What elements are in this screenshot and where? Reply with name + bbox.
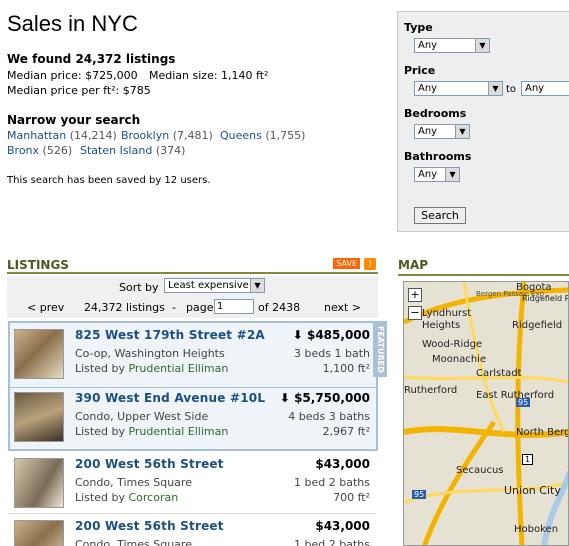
chevron-down-icon: ▼ <box>455 125 469 138</box>
type-label: Type <box>404 21 433 34</box>
median-size: Median size: 1,140 ft² <box>149 69 269 82</box>
map-label: Lyndhurst <box>422 308 472 319</box>
listing-beds-baths: 4 beds 3 baths <box>288 410 370 423</box>
listing-price: ⬇ $5,750,000 <box>279 391 370 405</box>
map-label: North Bergen <box>516 427 568 438</box>
listing-price: $43,000 <box>315 519 370 533</box>
page-title: Sales in NYC <box>7 11 138 36</box>
listing-subtitle: Co-op, Washington Heights <box>75 347 225 360</box>
search-button[interactable]: Search <box>414 207 466 224</box>
neighborhood-bronx[interactable]: Bronx (526) <box>7 144 72 157</box>
route-shield: 95 <box>516 398 531 407</box>
saved-search-note: This search has been saved by 12 users. <box>7 175 211 186</box>
map[interactable]: + − Bogota Ridgefield Park Lyndhurst Hei… <box>403 281 569 546</box>
listing-item[interactable]: 200 West 56th Street $43,000 Condo, Time… <box>10 517 376 546</box>
listing-price: ⬇ $485,000 <box>292 328 370 342</box>
map-label: Hoboken <box>514 524 559 535</box>
listing-address[interactable]: 200 West 56th Street <box>75 519 224 533</box>
page-total: of 2438 <box>258 301 301 314</box>
neighborhood-manhattan[interactable]: Manhattan (14,214) <box>7 129 117 142</box>
map-title: MAP <box>398 258 429 272</box>
zoom-in-button[interactable]: + <box>408 288 422 302</box>
bedrooms-select[interactable]: Any ▼ <box>414 124 470 139</box>
listing-price: $43,000 <box>315 457 370 471</box>
price-to-label: to <box>506 84 517 95</box>
listing-address[interactable]: 825 West 179th Street #2A <box>75 328 265 342</box>
listing-address[interactable]: 200 West 56th Street <box>75 457 224 471</box>
listing-controls: Sort by Least expensive ▼ < prev 24,372 l… <box>7 276 378 318</box>
neighborhood-queens[interactable]: Queens (1,755) <box>220 129 305 142</box>
listing-broker: Listed by Corcoran <box>75 491 179 504</box>
narrow-search-title: Narrow your search <box>7 113 141 127</box>
map-label: Rutherford <box>404 385 458 396</box>
prev-page-link[interactable]: < prev <box>27 301 64 314</box>
price-min-select[interactable]: Any ▼ <box>414 81 503 96</box>
map-label: Union City <box>504 484 561 497</box>
listing-subtitle: Condo, Times Square <box>75 476 192 489</box>
page-label: page <box>186 301 214 314</box>
page-number-input[interactable]: 1 <box>214 299 254 314</box>
price-max-select[interactable]: Any <box>521 81 569 96</box>
chevron-down-icon: ▼ <box>250 279 264 292</box>
listing-subtitle: Condo, Upper West Side <box>75 410 209 423</box>
listing-address[interactable]: 390 West End Avenue #10L <box>75 391 265 405</box>
type-select[interactable]: Any ▼ <box>414 38 490 53</box>
route-shield: 1 <box>522 454 534 465</box>
map-label: Heights <box>422 320 461 331</box>
listing-beds-baths: 1 bed 2 baths <box>294 476 370 489</box>
zoom-out-button[interactable]: − <box>408 306 422 320</box>
listing-beds-baths: 1 bed 2 baths <box>294 538 370 546</box>
listings-found: We found 24,372 listings <box>7 52 176 66</box>
listing-item[interactable]: 825 West 179th Street #2A ⬇ $485,000 Co-… <box>10 326 376 384</box>
map-label: Secaucus <box>456 465 504 476</box>
median-price-per-ft: Median price per ft²: $785 <box>7 84 151 97</box>
listing-photo[interactable] <box>14 329 64 379</box>
neighborhood-brooklyn[interactable]: Brooklyn (7,481) <box>121 129 213 142</box>
listing-photo[interactable] <box>14 520 64 546</box>
listing-size: 1,100 ft² <box>322 362 370 375</box>
listing-count: 24,372 listings <box>84 301 165 314</box>
chevron-down-icon: ▼ <box>488 82 502 95</box>
listings-header: LISTINGS SAVE ) <box>7 258 378 274</box>
map-label: Moonachie <box>432 354 487 365</box>
listing-item[interactable]: 200 West 56th Street $43,000 Condo, Time… <box>10 455 376 513</box>
map-label: Ridgefield <box>512 320 563 331</box>
row-divider <box>8 513 376 514</box>
pager-dash: - <box>172 301 176 314</box>
bathrooms-select[interactable]: Any ▼ <box>414 167 460 182</box>
route-shield: 95 <box>412 490 427 499</box>
listing-photo[interactable] <box>14 458 64 508</box>
save-search-button[interactable]: SAVE <box>333 258 360 269</box>
neighborhood-staten-island[interactable]: Staten Island (374) <box>80 144 185 157</box>
median-price: Median price: $725,000 <box>7 69 138 82</box>
listing-photo[interactable] <box>14 392 64 442</box>
listing-item[interactable]: 390 West End Avenue #10L ⬇ $5,750,000 Co… <box>10 389 376 447</box>
filter-panel: Type Any ▼ Price Any ▼ to Any Bedrooms Any… <box>397 11 569 232</box>
map-label: Bergen Passaic Exp <box>476 290 545 298</box>
price-label: Price <box>404 64 436 77</box>
map-label: Carlstadt <box>476 368 522 379</box>
sort-select[interactable]: Least expensive ▼ <box>164 278 265 293</box>
map-label: Wood-Ridge <box>422 339 483 350</box>
listing-size: 700 ft² <box>333 491 370 504</box>
chevron-down-icon: ▼ <box>475 39 489 52</box>
sort-label: Sort by <box>119 281 159 294</box>
row-divider <box>8 387 376 388</box>
bathrooms-label: Bathrooms <box>404 150 472 163</box>
next-page-link[interactable]: next > <box>324 301 361 314</box>
map-rule <box>398 274 569 276</box>
bedrooms-label: Bedrooms <box>404 107 467 120</box>
listing-broker: Listed by Prudential Elliman <box>75 425 229 438</box>
listing-subtitle: Condo, Times Square <box>75 538 192 546</box>
listing-broker: Listed by Prudential Elliman <box>75 362 229 375</box>
rss-icon[interactable]: ) <box>364 258 376 270</box>
listings-title: LISTINGS <box>7 258 69 272</box>
listing-size: 2,967 ft² <box>322 425 370 438</box>
chevron-down-icon: ▼ <box>445 168 459 181</box>
listing-beds-baths: 3 beds 1 bath <box>294 347 370 360</box>
